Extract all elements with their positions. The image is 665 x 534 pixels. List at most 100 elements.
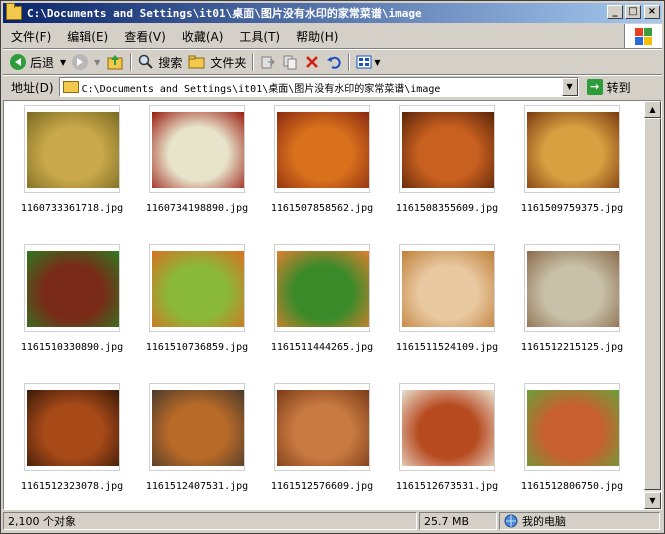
- windows-logo: [624, 24, 662, 50]
- file-name-label[interactable]: 1161510736859.jpg: [132, 342, 262, 353]
- address-value: C:\Documents and Settings\it01\桌面\图片没有水印…: [81, 83, 441, 95]
- thumbnail[interactable]: [399, 383, 495, 471]
- vertical-scrollbar[interactable]: ▲ ▼: [644, 101, 661, 509]
- views-dropdown-icon[interactable]: ▼: [374, 58, 380, 67]
- thumbnail[interactable]: [274, 244, 370, 332]
- scroll-thumb[interactable]: [644, 118, 661, 490]
- file-name-label[interactable]: 1161512323078.jpg: [7, 481, 137, 492]
- file-name-label[interactable]: 1161511524109.jpg: [382, 342, 512, 353]
- file-name-label[interactable]: 1161512215125.jpg: [507, 342, 637, 353]
- menu-tools[interactable]: 工具(T): [231, 28, 288, 45]
- file-name-label[interactable]: 1161512806750.jpg: [507, 481, 637, 492]
- thumbnail[interactable]: [274, 105, 370, 193]
- status-location: 我的电脑: [499, 512, 660, 530]
- undo-button[interactable]: [323, 51, 345, 73]
- up-folder-icon: [107, 55, 123, 70]
- thumbnail-image: [27, 112, 119, 188]
- back-arrow-icon: [10, 54, 26, 70]
- copy-to-button[interactable]: [279, 51, 301, 73]
- up-folder-button[interactable]: [103, 51, 127, 73]
- menu-edit[interactable]: 编辑(E): [59, 28, 116, 45]
- thumbnail[interactable]: [399, 105, 495, 193]
- go-label: 转到: [606, 80, 631, 95]
- forward-dropdown-icon[interactable]: ▼: [94, 58, 100, 67]
- thumbnail-image: [27, 251, 119, 327]
- toolbar-separator: [348, 53, 351, 71]
- menu-view[interactable]: 查看(V): [116, 28, 174, 45]
- file-name-label[interactable]: 1161509759375.jpg: [507, 203, 637, 214]
- file-name-label[interactable]: 1161512673531.jpg: [382, 481, 512, 492]
- thumbnail-image: [277, 251, 369, 327]
- file-name-label[interactable]: 1161512576609.jpg: [257, 481, 387, 492]
- maximize-button[interactable]: □: [625, 5, 641, 19]
- scroll-down-button[interactable]: ▼: [644, 492, 661, 509]
- delete-button[interactable]: [301, 51, 323, 73]
- address-bar: 地址(D) C:\Documents and Settings\it01\桌面\…: [3, 76, 662, 98]
- minimize-button[interactable]: _: [607, 5, 623, 19]
- forward-button[interactable]: ▼: [69, 51, 103, 73]
- thumbnail-image: [527, 251, 619, 327]
- thumbnail-image: [152, 112, 244, 188]
- menu-file[interactable]: 文件(F): [3, 28, 59, 45]
- forward-arrow-icon: [72, 54, 89, 70]
- close-button[interactable]: ×: [644, 5, 660, 19]
- folder-icon: [62, 81, 79, 93]
- folders-icon: [188, 55, 205, 69]
- file-name-label[interactable]: 1161507858562.jpg: [257, 203, 387, 214]
- explorer-window: C:\Documents and Settings\it01\桌面\图片没有水印…: [0, 0, 665, 534]
- search-button[interactable]: 搜索: [135, 51, 185, 73]
- window-controls: _ □ ×: [605, 5, 660, 19]
- views-button[interactable]: ▼: [353, 51, 383, 73]
- thumbnail-image: [402, 112, 494, 188]
- thumbnail[interactable]: [149, 383, 245, 471]
- thumbnail[interactable]: [399, 244, 495, 332]
- computer-icon: [504, 514, 518, 528]
- thumbnail[interactable]: [149, 105, 245, 193]
- go-arrow-icon: →: [586, 79, 603, 95]
- go-button[interactable]: → 转到: [583, 77, 635, 97]
- folder-icon: [6, 3, 22, 20]
- folders-button[interactable]: 文件夹: [185, 51, 249, 73]
- thumbnail[interactable]: [524, 383, 620, 471]
- move-to-button[interactable]: [257, 51, 279, 73]
- thumbnail[interactable]: [24, 383, 120, 471]
- file-name-label[interactable]: 1161512407531.jpg: [132, 481, 262, 492]
- back-label: 后退: [30, 55, 55, 70]
- back-dropdown-icon[interactable]: ▼: [60, 58, 66, 67]
- copy-to-icon: [283, 55, 297, 70]
- toolbar-separator: [130, 53, 133, 71]
- toolbar-separator: [252, 53, 255, 71]
- file-name-label[interactable]: 1161510330890.jpg: [7, 342, 137, 353]
- address-dropdown-button[interactable]: ▼: [561, 78, 578, 96]
- status-object-count: 2,100 个对象: [3, 512, 417, 530]
- thumbnail-image: [152, 390, 244, 466]
- scroll-up-button[interactable]: ▲: [644, 101, 661, 118]
- menu-favorites[interactable]: 收藏(A): [174, 28, 232, 45]
- toolbar: 后退 ▼ ▼ 搜索 文件夹 ▼: [3, 50, 662, 74]
- thumbnail[interactable]: [24, 244, 120, 332]
- file-name-label[interactable]: 1161511444265.jpg: [257, 342, 387, 353]
- thumbnail-image: [527, 112, 619, 188]
- thumbnail[interactable]: [274, 383, 370, 471]
- thumbnail[interactable]: [524, 105, 620, 193]
- title-bar[interactable]: C:\Documents and Settings\it01\桌面\图片没有水印…: [3, 3, 662, 23]
- file-name-label[interactable]: 1160733361718.jpg: [7, 203, 137, 214]
- thumbnail-image: [402, 251, 494, 327]
- search-icon: [139, 54, 154, 69]
- menu-bar: 文件(F) 编辑(E) 查看(V) 收藏(A) 工具(T) 帮助(H): [3, 25, 621, 47]
- thumbnail-image: [277, 390, 369, 466]
- file-view[interactable]: 1160733361718.jpg 1160734198890.jpg 116150…: [3, 100, 662, 510]
- address-input[interactable]: C:\Documents and Settings\it01\桌面\图片没有水印…: [58, 77, 579, 97]
- search-label: 搜索: [158, 55, 183, 70]
- window-title: C:\Documents and Settings\it01\桌面\图片没有水印…: [27, 7, 422, 20]
- windows-flag-icon: [635, 28, 653, 46]
- thumbnail[interactable]: [524, 244, 620, 332]
- thumbnail[interactable]: [149, 244, 245, 332]
- thumbnail-image: [402, 390, 494, 466]
- folders-label: 文件夹: [210, 55, 247, 70]
- file-name-label[interactable]: 1160734198890.jpg: [132, 203, 262, 214]
- menu-help[interactable]: 帮助(H): [288, 28, 346, 45]
- file-name-label[interactable]: 1161508355609.jpg: [382, 203, 512, 214]
- back-button[interactable]: 后退 ▼: [7, 51, 69, 73]
- thumbnail[interactable]: [24, 105, 120, 193]
